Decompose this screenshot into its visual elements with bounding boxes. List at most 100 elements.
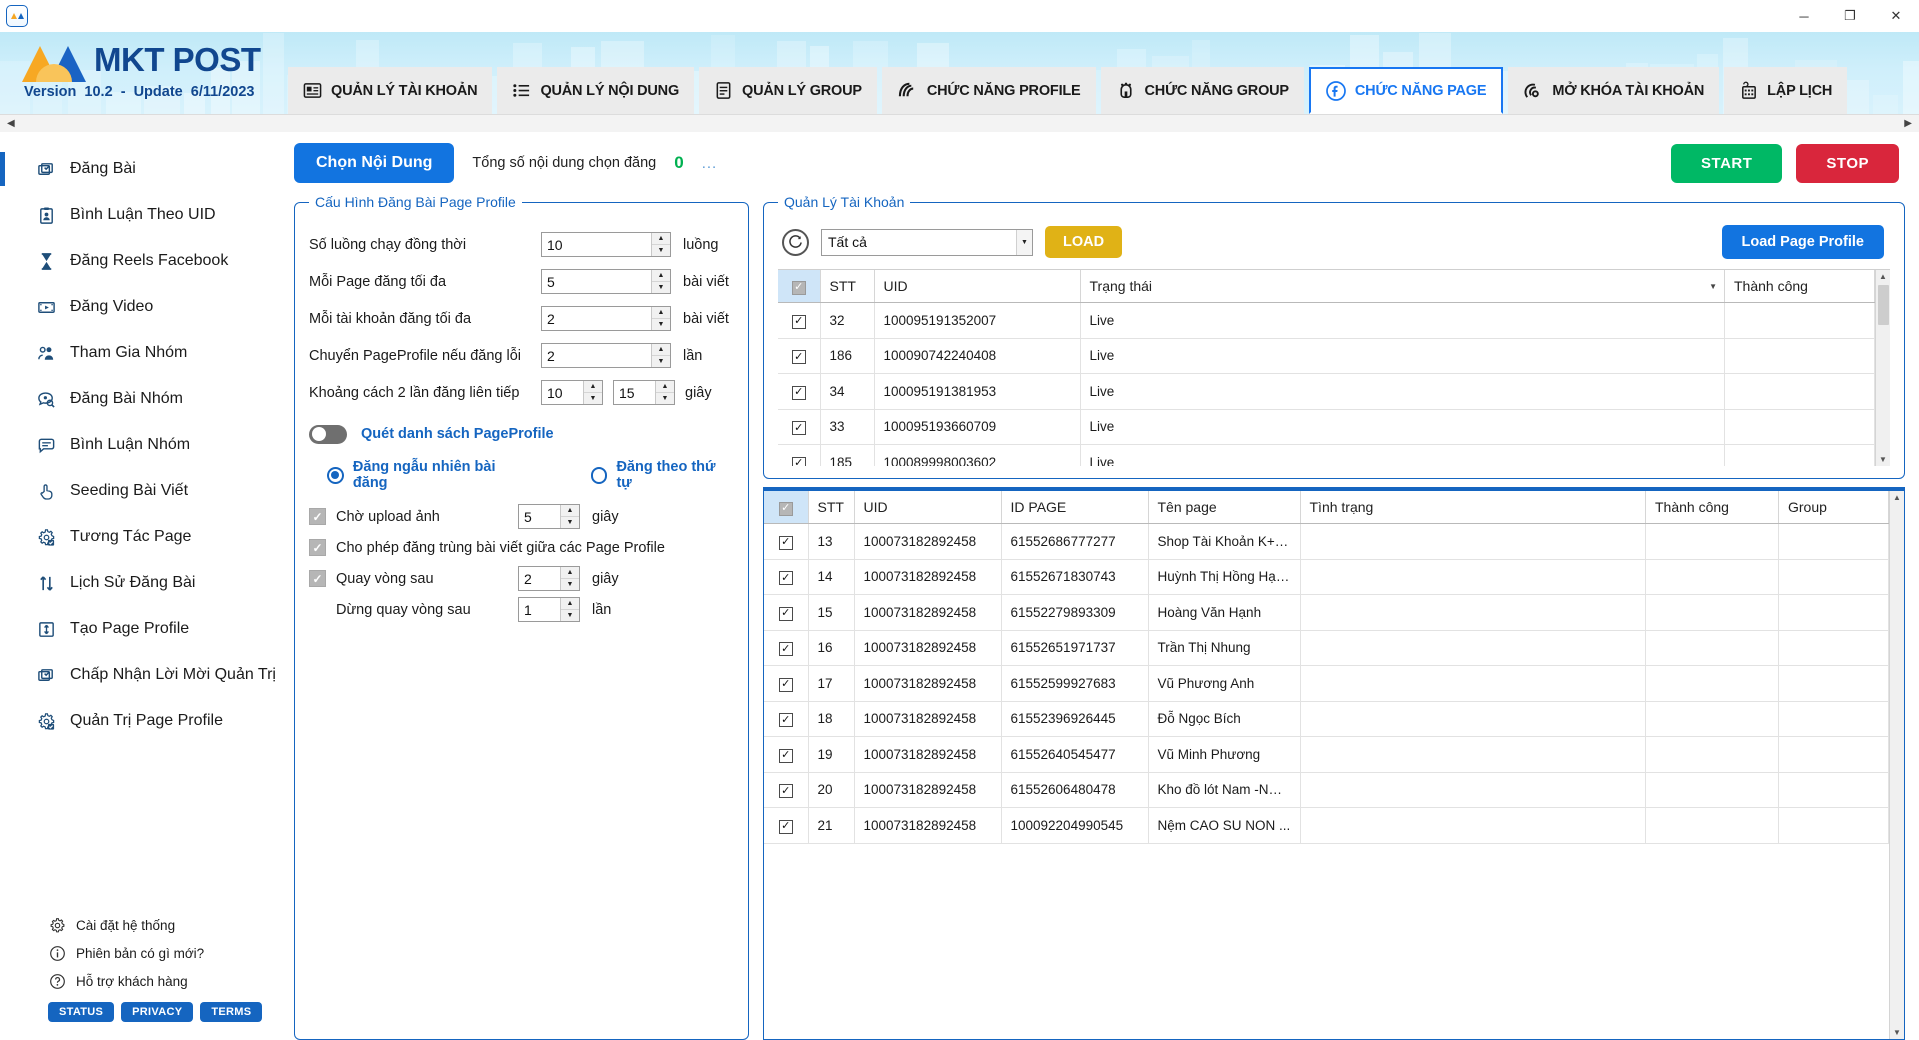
chip-terms[interactable]: TERMS (200, 1002, 263, 1022)
config-checkbox[interactable] (309, 570, 326, 587)
row-checkbox[interactable]: ✓ (778, 784, 793, 798)
row-select-cell[interactable]: ✓ (764, 736, 809, 773)
spin-down-icon[interactable]: ▼ (656, 393, 674, 404)
minimize-button[interactable]: ─ (1781, 0, 1827, 32)
sidebar-item-ng-video[interactable]: Đăng Video (0, 284, 288, 330)
accounts-col-stt[interactable]: STT (820, 270, 875, 303)
stop-loop-stepper[interactable]: ▲▼ (518, 597, 580, 622)
config-input[interactable] (542, 344, 651, 367)
sidebar-item-l-ch-s-ng-b-i[interactable]: Lịch Sử Đăng Bài (0, 560, 288, 606)
row-checkbox[interactable]: ✓ (791, 421, 806, 435)
accounts-select-all-header[interactable]: ✓ (778, 270, 821, 303)
row-checkbox[interactable]: ✓ (791, 350, 806, 364)
pages-select-all-header[interactable]: ✓ (764, 491, 809, 524)
tab-ch-c-n-ng-group[interactable]: CHỨC NĂNG GROUP (1100, 67, 1304, 114)
row-select-cell[interactable]: ✓ (764, 807, 809, 844)
row-select-cell[interactable]: ✓ (778, 302, 821, 339)
config-checkbox-stepper[interactable]: ▲▼ (518, 566, 580, 591)
close-button[interactable]: ✕ (1873, 0, 1919, 32)
row-select-cell[interactable]: ✓ (764, 559, 809, 595)
accounts-vertical-scrollbar[interactable]: ▲ ▼ (1875, 270, 1890, 466)
config-checkbox-stepper[interactable]: ▲▼ (518, 504, 580, 529)
account-filter-select[interactable]: Tất cả ▼ (821, 228, 1033, 256)
spin-down-icon[interactable]: ▼ (584, 393, 602, 404)
chip-status[interactable]: STATUS (48, 1002, 115, 1022)
config-input[interactable] (542, 270, 651, 293)
radio-indicator[interactable] (590, 466, 608, 484)
spin-up-icon[interactable]: ▲ (652, 307, 670, 319)
config-input[interactable] (542, 233, 651, 256)
tab-qu-n-l-n-i-dung[interactable]: QUẢN LÝ NỘI DUNG (497, 67, 695, 114)
stop-button[interactable]: STOP (1796, 143, 1899, 183)
row-select-cell[interactable]: ✓ (778, 338, 821, 374)
select-all-checkbox[interactable]: ✓ (778, 501, 793, 516)
row-select-cell[interactable]: ✓ (764, 523, 809, 560)
sidebar-item-qu-n-tr-page-profile[interactable]: Quản Trị Page Profile (0, 698, 288, 744)
tab-m-kh-a-t-i-kho-n[interactable]: MỞ KHÓA TÀI KHOẢN (1508, 67, 1720, 114)
spin-down-icon[interactable]: ▼ (561, 610, 579, 621)
pages-col-group[interactable]: Group (1778, 491, 1889, 524)
sidebar-footer-item-help[interactable]: Hỗ trợ khách hàng (36, 967, 288, 995)
pages-col-t-nh-tr-ng[interactable]: Tình trạng (1300, 491, 1646, 524)
select-all-checkbox[interactable]: ✓ (791, 280, 806, 295)
spin-up-icon[interactable]: ▲ (561, 505, 579, 517)
spin-up-icon[interactable]: ▲ (584, 381, 602, 393)
sidebar-item-ch-p-nh-n-l-i-m-i-qu-n-tr[interactable]: Chấp Nhận Lời Mời Quản Trị (0, 652, 288, 698)
scroll-thumb[interactable] (1877, 285, 1889, 325)
sort-caret-icon[interactable]: ▼ (1709, 282, 1717, 291)
config-stepper[interactable]: ▲▼ (541, 343, 671, 368)
pages-table-row[interactable]: ✓ 14 100073182892458 61552671830743 Huỳnh Th… (764, 559, 1889, 595)
pages-table-row[interactable]: ✓ 17 100073182892458 61552599927683 Vũ Phươn… (764, 665, 1889, 702)
row-select-cell[interactable]: ✓ (764, 594, 809, 631)
sidebar-item-t-ng-t-c-page[interactable]: Tương Tác Page (0, 514, 288, 560)
pages-table-row[interactable]: ✓ 18 100073182892458 61552396926445 Đỗ Ngọc … (764, 701, 1889, 737)
sidebar-item-t-o-page-profile[interactable]: Tạo Page Profile (0, 606, 288, 652)
choose-content-button[interactable]: Chọn Nội Dung (294, 143, 455, 183)
scan-pageprofile-toggle[interactable] (309, 424, 347, 444)
spin-down-icon[interactable]: ▼ (652, 245, 670, 256)
stop-loop-input[interactable] (519, 598, 560, 621)
chevron-down-icon[interactable]: ▼ (1016, 229, 1032, 255)
tabs-scrollbar[interactable]: ◀ ▶ (0, 114, 1919, 132)
tab-qu-n-l-group[interactable]: QUẢN LÝ GROUP (699, 67, 877, 114)
load-page-profile-button[interactable]: Load Page Profile (1721, 225, 1884, 259)
interval-min-input[interactable] (542, 381, 583, 404)
pages-table-row[interactable]: ✓ 21 100073182892458 100092204990545 Nệm CAO… (764, 807, 1889, 844)
pages-col-stt[interactable]: STT (808, 491, 855, 524)
spin-up-icon[interactable]: ▲ (652, 270, 670, 282)
accounts-table-row[interactable]: ✓ 185 100089998003602 Live (778, 444, 1875, 466)
pages-table-row[interactable]: ✓ 15 100073182892458 61552279893309 Hoàng Vă… (764, 594, 1889, 631)
sidebar-item-tham-gia-nh-m[interactable]: Tham Gia Nhóm (0, 330, 288, 376)
tabs-scroll-left-arrow[interactable]: ◀ (0, 118, 22, 129)
sidebar-item-ng-reels-facebook[interactable]: Đăng Reels Facebook (0, 238, 288, 284)
pages-col-t-n-page[interactable]: Tên page (1148, 491, 1301, 524)
sidebar-item-seeding-b-i-vi-t[interactable]: Seeding Bài Viết (0, 468, 288, 514)
config-checkbox[interactable] (309, 539, 326, 556)
spin-up-icon[interactable]: ▲ (652, 344, 670, 356)
pages-table-row[interactable]: ✓ 19 100073182892458 61552640545477 Vũ Minh … (764, 736, 1889, 773)
pages-table-row[interactable]: ✓ 16 100073182892458 61552651971737 Trần Thị… (764, 630, 1889, 666)
row-checkbox[interactable]: ✓ (778, 748, 793, 763)
config-stepper[interactable]: ▲▼ (541, 269, 671, 294)
interval-max-input[interactable] (614, 381, 655, 404)
accounts-table-row[interactable]: ✓ 34 100095191381953 Live (778, 373, 1875, 410)
chip-privacy[interactable]: PRIVACY (121, 1002, 194, 1022)
row-checkbox[interactable]: ✓ (778, 819, 793, 834)
accounts-table-row[interactable]: ✓ 32 100095191352007 Live (778, 302, 1875, 339)
pages-col-uid[interactable]: UID (854, 491, 1002, 524)
pages-table-row[interactable]: ✓ 13 100073182892458 61552686777277 Shop Tài… (764, 523, 1889, 560)
sidebar-footer-item-gear[interactable]: Cài đặt hệ thống (36, 911, 288, 939)
spin-up-icon[interactable]: ▲ (652, 233, 670, 245)
spin-down-icon[interactable]: ▼ (652, 319, 670, 330)
spin-down-icon[interactable]: ▼ (561, 579, 579, 590)
spin-up-icon[interactable]: ▲ (656, 381, 674, 393)
accounts-col-th-nh-c-ng[interactable]: Thành công (1724, 270, 1875, 303)
row-checkbox[interactable]: ✓ (791, 314, 806, 329)
spin-down-icon[interactable]: ▼ (652, 356, 670, 367)
row-select-cell[interactable]: ✓ (778, 373, 821, 410)
row-checkbox[interactable]: ✓ (778, 713, 793, 727)
row-select-cell[interactable]: ✓ (764, 630, 809, 666)
config-checkbox-input[interactable] (519, 567, 560, 590)
pages-col-id-page[interactable]: ID PAGE (1001, 491, 1149, 524)
pages-col-th-nh-c-ng[interactable]: Thành công (1645, 491, 1779, 524)
